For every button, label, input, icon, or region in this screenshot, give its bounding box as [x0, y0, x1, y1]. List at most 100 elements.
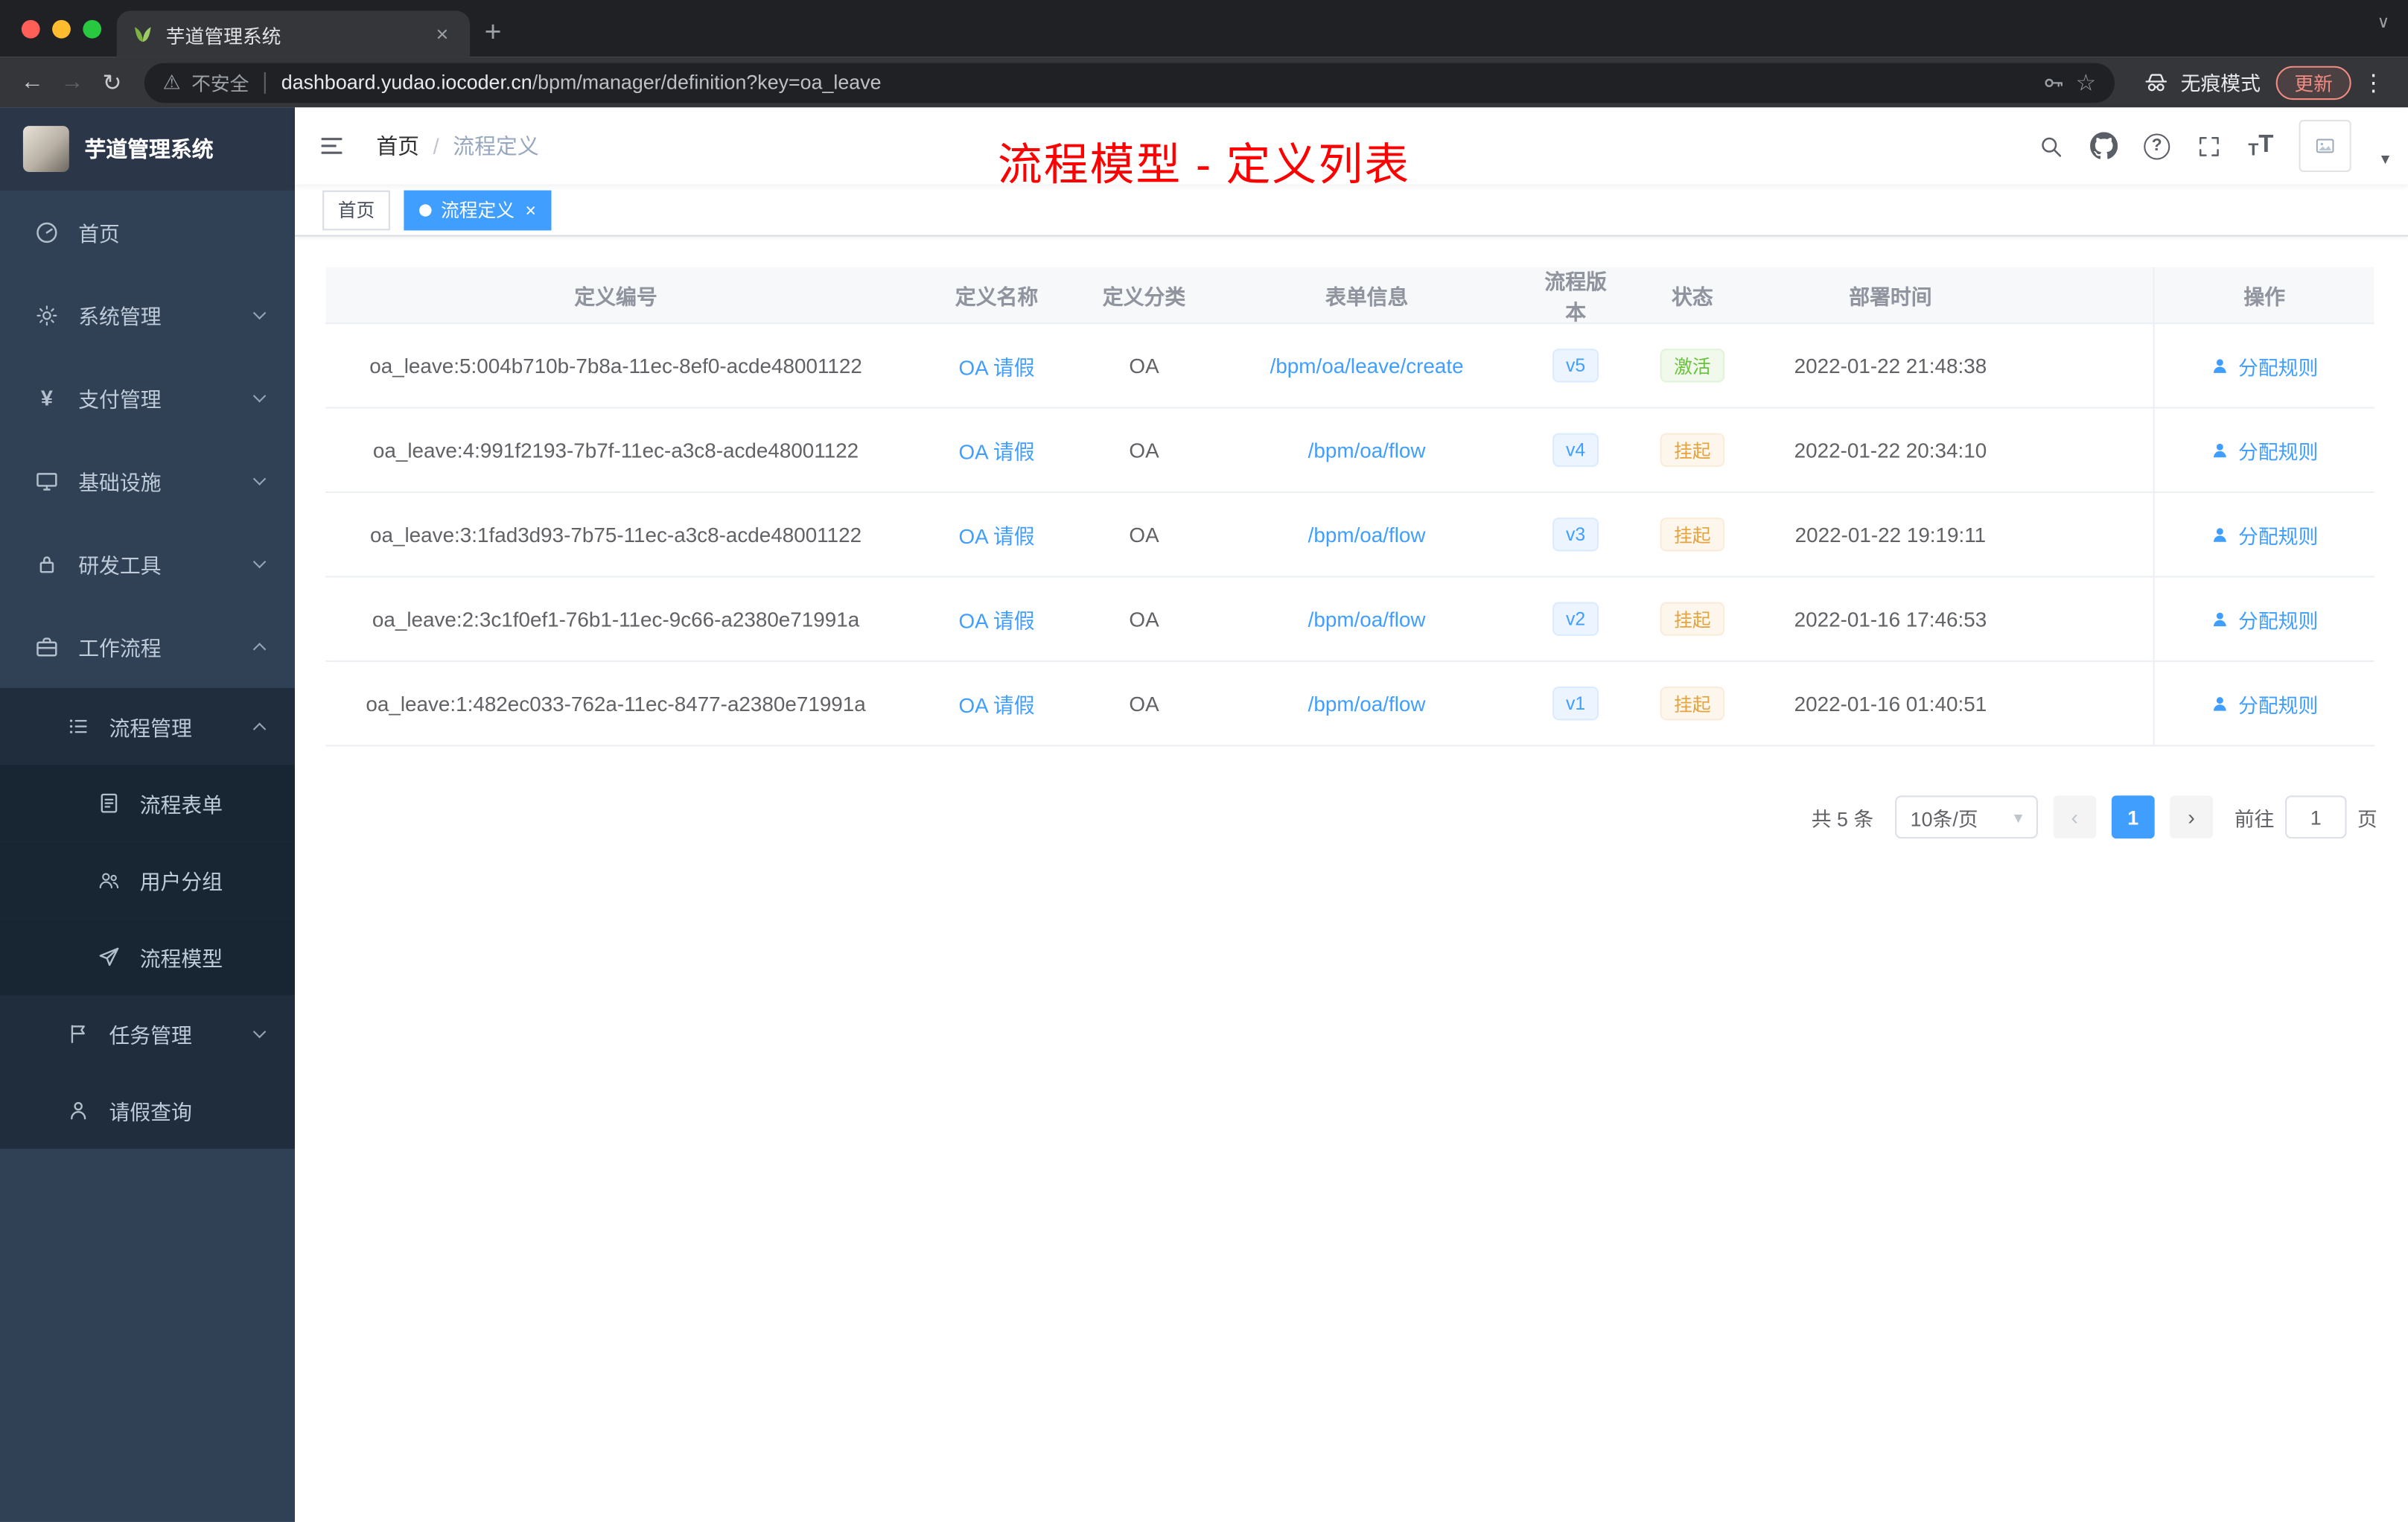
page-size-select[interactable]: 10条/页 ▾ [1895, 795, 2038, 839]
favicon-leaf-icon [132, 23, 153, 45]
flag-icon [65, 1021, 91, 1047]
sidebar-item-home[interactable]: 首页 [0, 191, 295, 273]
version-badge: v5 [1552, 348, 1599, 383]
row-spacer [2015, 324, 2153, 407]
incognito-label: 无痕模式 [2180, 71, 2261, 95]
sidebar-item-process-form[interactable]: 流程表单 [0, 765, 295, 842]
assign-rule-button[interactable]: 分配规则 [2211, 689, 2318, 718]
window-chevron-icon[interactable]: ∨ [2377, 13, 2390, 33]
breadcrumb-separator: / [433, 133, 439, 159]
key-icon[interactable] [2040, 70, 2065, 95]
monitor-icon [34, 468, 60, 494]
form-url-link[interactable]: /bpm/oa/flow [1308, 439, 1426, 462]
definition-name-link[interactable]: OA 请假 [958, 688, 1034, 719]
window-close-button[interactable] [21, 19, 40, 39]
fullscreen-icon[interactable] [2196, 133, 2222, 159]
avatar[interactable] [2299, 119, 2352, 172]
definition-name-link[interactable]: OA 请假 [958, 519, 1034, 550]
prev-page-button[interactable]: ‹ [2053, 795, 2097, 839]
assign-rule-button[interactable]: 分配规则 [2211, 520, 2318, 549]
kebab-menu-icon[interactable]: ⋮ [2362, 69, 2385, 96]
sidebar-item-payment[interactable]: ¥ 支付管理 [0, 357, 295, 439]
sidebar-item-workflow[interactable]: 工作流程 [0, 605, 295, 688]
list-icon [65, 713, 91, 739]
tab-close-icon[interactable]: × [430, 22, 455, 46]
text-size-icon[interactable]: TT [2248, 132, 2273, 159]
forward-icon[interactable]: → [52, 69, 92, 95]
tag-home[interactable]: 首页 [322, 189, 390, 230]
form-url-link[interactable]: /bpm/oa/flow [1308, 608, 1426, 631]
window-minimize-button[interactable] [52, 19, 71, 39]
table-row: oa_leave:4:991f2193-7b7f-11ec-a3c8-acde4… [325, 408, 2374, 494]
sidebar-item-infrastructure[interactable]: 基础设施 [0, 439, 295, 522]
status-badge: 挂起 [1660, 518, 1725, 552]
tag-close-icon[interactable]: × [525, 200, 535, 219]
browser-tab-strip: 芋道管理系统 × + ∨ [0, 0, 2408, 57]
sidebar-item-devtools[interactable]: 研发工具 [0, 522, 295, 605]
definition-id: oa_leave:5:004b710b-7b8a-11ec-8ef0-acde4… [369, 354, 862, 378]
update-label: 更新 [2294, 74, 2333, 95]
back-icon[interactable]: ← [13, 69, 53, 95]
sidebar-item-task-management[interactable]: 任务管理 [0, 995, 295, 1072]
reload-icon[interactable]: ↻ [92, 69, 133, 96]
row-spacer [2015, 662, 2153, 745]
tag-label: 流程定义 [440, 200, 515, 221]
update-button[interactable]: 更新 [2275, 65, 2351, 100]
new-tab-button[interactable]: + [470, 10, 516, 57]
status-badge: 挂起 [1660, 433, 1725, 467]
version-badge: v4 [1552, 433, 1599, 467]
breadcrumb: 首页 / 流程定义 [376, 130, 538, 161]
search-icon[interactable] [2038, 133, 2064, 159]
goto-page-input[interactable] [2284, 795, 2347, 839]
group-icon [95, 867, 121, 893]
page-number-button[interactable]: 1 [2111, 795, 2155, 839]
assign-rule-button[interactable]: 分配规则 [2211, 436, 2318, 465]
status-badge: 挂起 [1660, 602, 1725, 636]
browser-tab[interactable]: 芋道管理系统 × [116, 10, 471, 57]
definition-name-link[interactable]: OA 请假 [958, 604, 1034, 634]
form-url-link[interactable]: /bpm/oa/flow [1308, 523, 1426, 546]
assign-rule-button[interactable]: 分配规则 [2211, 351, 2318, 380]
warning-icon: ⚠ [162, 69, 181, 93]
gear-icon [34, 302, 60, 328]
sidebar-item-process-model[interactable]: 流程模型 [0, 918, 295, 996]
sidebar-item-leave-query[interactable]: 请假查询 [0, 1072, 295, 1149]
version-badge: v2 [1552, 602, 1599, 636]
definition-category: OA [1129, 692, 1159, 716]
avatar-caret-icon[interactable]: ▾ [2381, 149, 2389, 169]
definition-category: OA [1129, 354, 1159, 378]
tag-process-definition[interactable]: 流程定义 × [404, 189, 552, 230]
form-url-link[interactable]: /bpm/oa/flow [1308, 692, 1426, 715]
sidebar-item-system[interactable]: 系统管理 [0, 273, 295, 356]
star-icon[interactable]: ☆ [2076, 69, 2097, 96]
person-icon [2214, 442, 2227, 457]
breadcrumb-home[interactable]: 首页 [376, 130, 419, 161]
sidebar-logo[interactable]: 芋道管理系统 [0, 107, 295, 191]
address-bar[interactable]: ⚠ 不安全 dashboard.yudao.iocoder.cn/bpm/man… [144, 62, 2115, 103]
column-header-spacer [2015, 267, 2153, 322]
person-icon [2214, 696, 2227, 710]
sidebar-item-user-group[interactable]: 用户分组 [0, 841, 295, 919]
form-url-link[interactable]: /bpm/oa/leave/create [1270, 354, 1464, 377]
column-header: 状态 [1672, 285, 1713, 309]
column-header: 部署时间 [1849, 285, 1932, 309]
github-icon[interactable] [2089, 132, 2118, 159]
sidebar-item-process-management[interactable]: 流程管理 [0, 688, 295, 765]
question-icon[interactable]: ? [2144, 133, 2170, 159]
hamburger-icon[interactable] [295, 132, 369, 159]
row-spacer [2015, 578, 2153, 660]
assign-rule-button[interactable]: 分配规则 [2211, 605, 2318, 634]
definition-name-link[interactable]: OA 请假 [958, 435, 1034, 465]
next-page-button[interactable]: › [2170, 795, 2213, 839]
tag-label: 首页 [337, 200, 375, 221]
url-text[interactable]: dashboard.yudao.iocoder.cn/bpm/manager/d… [281, 71, 2030, 94]
person-icon [2214, 358, 2227, 372]
window-zoom-button[interactable] [83, 19, 102, 39]
paper-plane-icon [95, 943, 121, 969]
yen-icon: ¥ [40, 385, 53, 410]
table-row: oa_leave:2:3c1f0ef1-76b1-11ec-9c66-a2380… [325, 577, 2374, 662]
row-spacer [2015, 493, 2153, 576]
sidebar-item-label: 流程表单 [139, 794, 223, 818]
definition-name-link[interactable]: OA 请假 [958, 350, 1034, 380]
table-row: oa_leave:3:1fad3d93-7b75-11ec-a3c8-acde4… [325, 493, 2374, 578]
